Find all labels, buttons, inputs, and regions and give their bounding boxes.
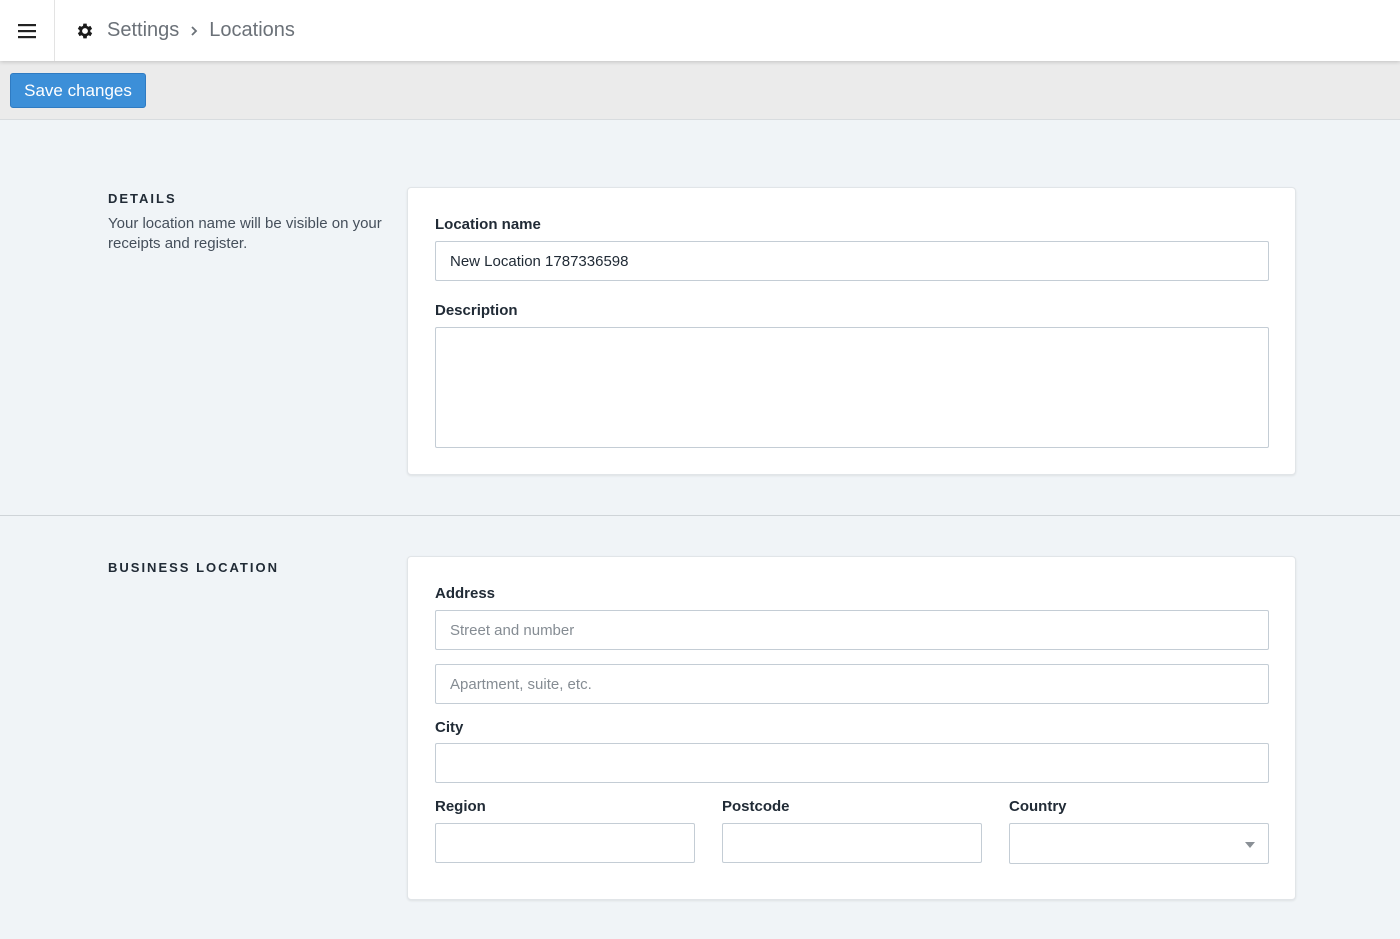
section-heading-details: DETAILS [108,191,177,206]
details-section: DETAILS Your location name will be visib… [0,121,1400,516]
region-input[interactable] [435,823,695,863]
chevron-right-icon [189,25,199,37]
description-label: Description [435,302,518,319]
breadcrumb: Settings Locations [75,19,295,42]
save-changes-button[interactable]: Save changes [10,73,146,108]
details-card: Location name Description [407,187,1296,475]
city-label: City [435,719,464,736]
business-location-section: BUSINESS LOCATION Address City Region Po… [0,516,1400,939]
hamburger-menu-icon [18,23,36,38]
street-input[interactable] [435,610,1269,650]
breadcrumb-current: Locations [209,19,295,41]
address-label: Address [435,585,496,602]
business-location-card: Address City Region Postcode Country [407,556,1296,900]
menu-button[interactable] [0,0,55,61]
location-name-label: Location name [435,216,541,233]
action-bar: Save changes [0,61,1400,120]
breadcrumb-settings-link[interactable]: Settings [107,19,179,42]
city-input[interactable] [435,743,1269,783]
top-bar: Settings Locations [0,0,1400,61]
region-label: Region [435,798,486,815]
apartment-input[interactable] [435,664,1269,704]
location-name-input[interactable] [435,241,1269,281]
section-description-details: Your location name will be visible on yo… [108,215,382,252]
section-heading-business-location: BUSINESS LOCATION [108,560,279,575]
gear-icon [75,21,95,41]
postcode-label: Postcode [722,798,790,815]
description-textarea[interactable] [435,327,1269,448]
country-label: Country [1009,798,1067,815]
caret-down-icon [1245,842,1255,848]
postcode-input[interactable] [722,823,982,863]
country-select[interactable] [1009,823,1269,864]
